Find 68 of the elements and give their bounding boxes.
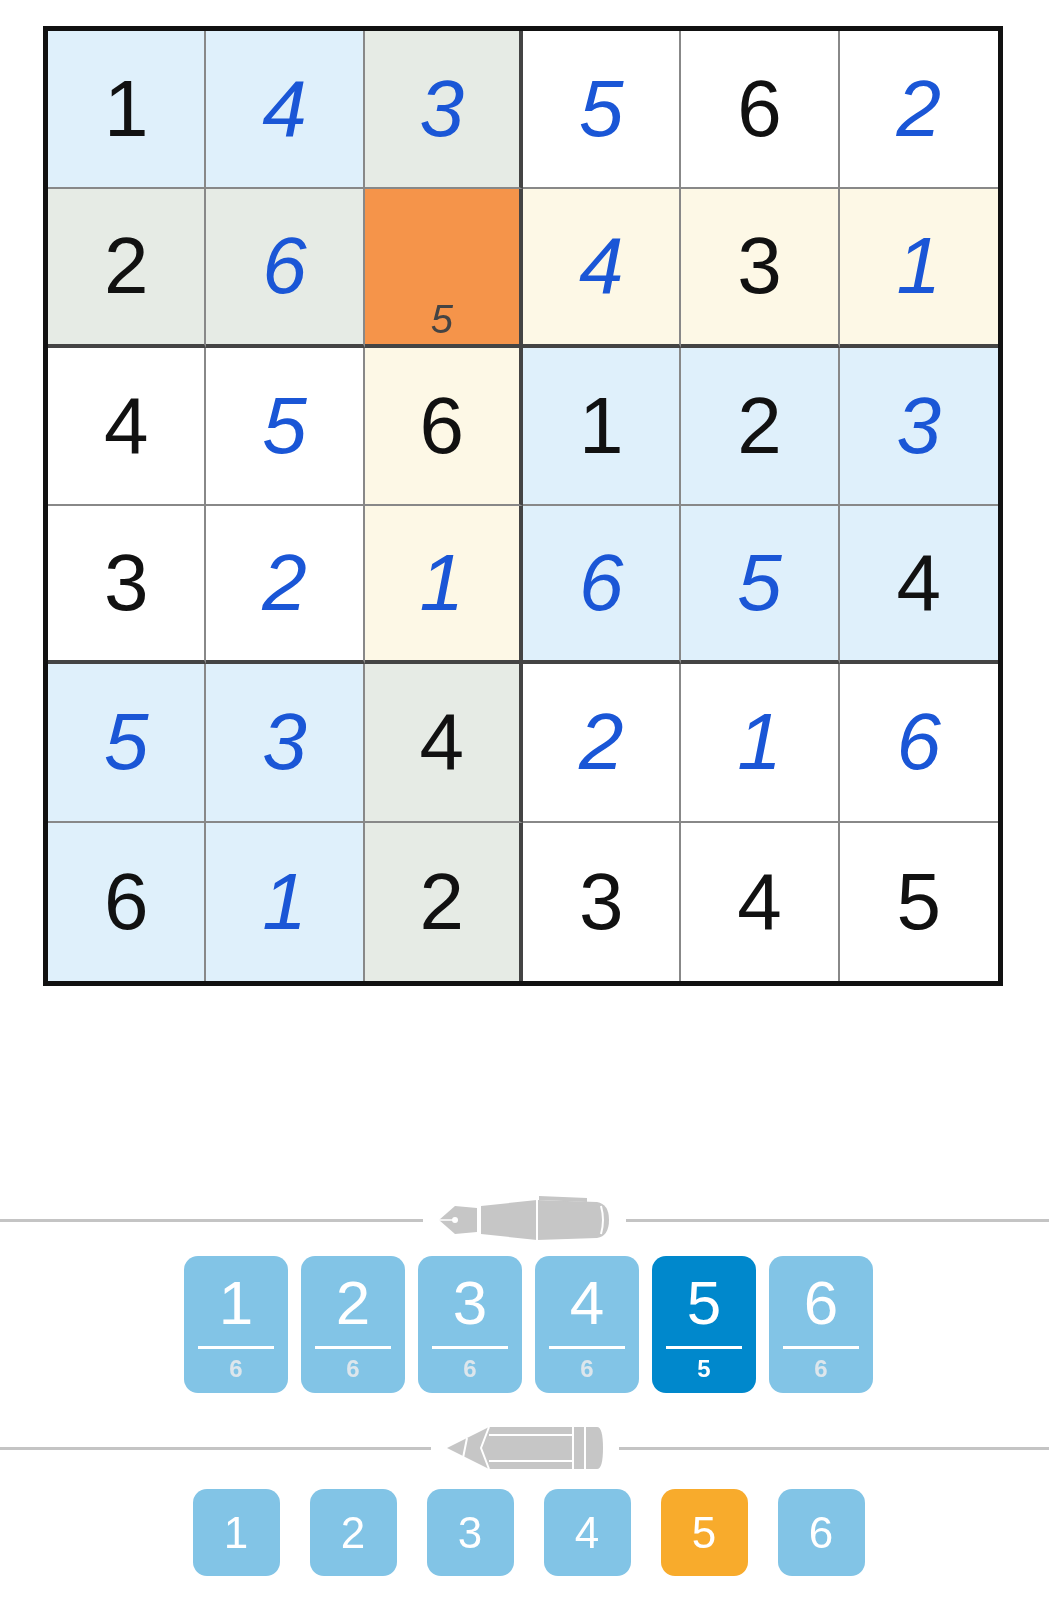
sudoku-cell[interactable]: 1 [48,31,207,190]
sudoku-cell[interactable]: 1 [206,822,365,981]
given-digit: 3 [737,220,782,313]
given-digit: 4 [737,855,782,948]
entered-digit: 3 [262,696,307,789]
sudoku-cell[interactable]: 3 [681,189,840,348]
entered-digit: 1 [419,537,465,630]
digit-key[interactable]: 5 5 [652,1256,756,1393]
sudoku-cell[interactable]: 3 [839,347,998,506]
sudoku-cell[interactable]: 1 [681,664,840,823]
given-digit: 2 [419,855,465,948]
sudoku-cell[interactable]: 4 [48,347,207,506]
given-digit: 6 [103,855,149,948]
entered-digit: 2 [262,537,307,630]
sudoku-cell[interactable]: 5 [364,189,523,348]
given-digit: 2 [103,220,149,313]
sudoku-cell[interactable]: 6 [523,506,682,665]
given-digit: 4 [103,379,149,472]
sudoku-cell[interactable]: 5 [681,506,840,665]
given-digit: 6 [419,379,465,472]
sudoku-cell[interactable]: 5 [48,664,207,823]
given-digit: 1 [103,63,149,156]
entered-digit: 3 [419,63,465,156]
given-digit: 2 [737,379,782,472]
given-digit: 4 [896,537,942,630]
entered-digit: 5 [262,379,307,472]
pencil-note: 5 [430,296,453,342]
entered-digit: 4 [262,63,307,156]
entered-digit: 3 [896,379,942,472]
given-digit: 4 [419,696,465,789]
given-digit: 5 [896,855,942,948]
entered-digit: 6 [262,220,307,313]
given-digit: 3 [578,855,624,948]
sudoku-cell[interactable]: 2 [681,347,840,506]
entered-digit: 6 [578,537,624,630]
sudoku-cell[interactable]: 6 [48,822,207,981]
entered-digit: 1 [737,696,782,789]
entered-digit: 5 [103,696,149,789]
sudoku-cell[interactable]: 6 [364,347,523,506]
entered-digit: 6 [896,696,942,789]
sudoku-cell[interactable]: 3 [206,664,365,823]
sudoku-cell[interactable]: 4 [523,189,682,348]
sudoku-cell[interactable]: 2 [364,822,523,981]
sudoku-cell[interactable]: 1 [839,189,998,348]
sudoku-cell[interactable]: 3 [364,31,523,190]
sudoku-cell[interactable]: 6 [206,189,365,348]
sudoku-cell[interactable]: 1 [364,506,523,665]
sudoku-cell[interactable]: 3 [48,506,207,665]
sudoku-cell[interactable]: 1 [523,347,682,506]
entered-digit: 1 [262,855,307,948]
entered-digit: 5 [578,63,624,156]
given-digit: 3 [103,537,149,630]
sudoku-cell[interactable]: 4 [364,664,523,823]
sudoku-cell[interactable]: 2 [206,506,365,665]
entered-digit: 4 [578,220,624,313]
given-digit: 6 [737,63,782,156]
sudoku-cell[interactable]: 4 [206,31,365,190]
sudoku-cell[interactable]: 5 [206,347,365,506]
entered-digit: 2 [896,63,942,156]
sudoku-cell[interactable]: 2 [48,189,207,348]
sudoku-cell[interactable]: 6 [681,31,840,190]
sudoku-cell[interactable]: 2 [523,664,682,823]
entered-digit: 2 [578,696,624,789]
sudoku-cell[interactable]: 4 [839,506,998,665]
sudoku-cell[interactable]: 5 [523,31,682,190]
given-digit: 1 [578,379,624,472]
entered-digit: 1 [896,220,942,313]
entered-digit: 5 [737,537,782,630]
